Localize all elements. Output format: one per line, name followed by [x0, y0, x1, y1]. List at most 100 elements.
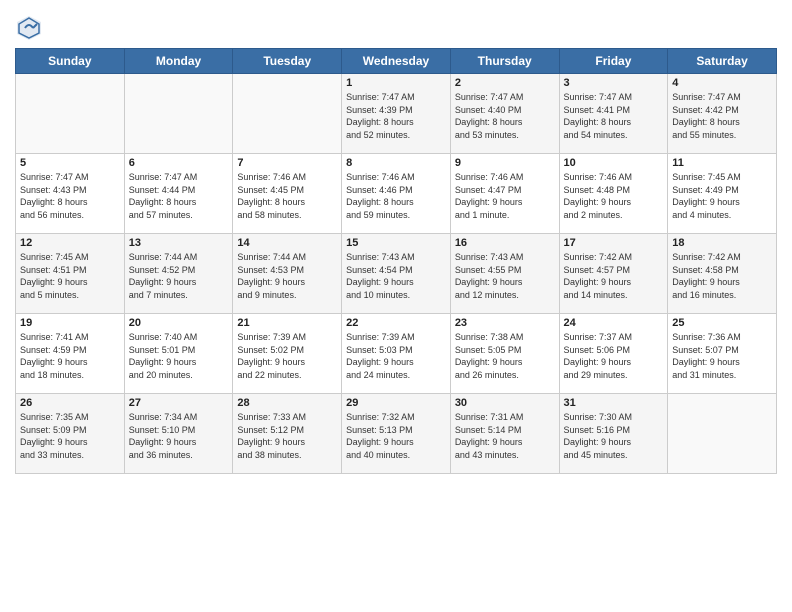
calendar-cell: 4 Sunrise: 7:47 AM Sunset: 4:42 PM Daylig…: [668, 74, 777, 154]
day-number: 3: [564, 77, 664, 89]
weekday-header-wednesday: Wednesday: [342, 49, 451, 74]
day-number: 28: [237, 397, 337, 409]
day-info: Sunrise: 7:41 AM Sunset: 4:59 PM Dayligh…: [20, 331, 120, 381]
weekday-header-monday: Monday: [124, 49, 233, 74]
calendar-cell: 13 Sunrise: 7:44 AM Sunset: 4:52 PM Dayli…: [124, 234, 233, 314]
day-number: 7: [237, 157, 337, 169]
day-info: Sunrise: 7:43 AM Sunset: 4:54 PM Dayligh…: [346, 251, 446, 301]
day-number: 2: [455, 77, 555, 89]
day-info: Sunrise: 7:44 AM Sunset: 4:53 PM Dayligh…: [237, 251, 337, 301]
calendar-cell: 31 Sunrise: 7:30 AM Sunset: 5:16 PM Dayli…: [559, 394, 668, 474]
calendar-cell: 27 Sunrise: 7:34 AM Sunset: 5:10 PM Dayli…: [124, 394, 233, 474]
calendar-cell: 21 Sunrise: 7:39 AM Sunset: 5:02 PM Dayli…: [233, 314, 342, 394]
calendar-cell: 2 Sunrise: 7:47 AM Sunset: 4:40 PM Daylig…: [450, 74, 559, 154]
day-info: Sunrise: 7:46 AM Sunset: 4:46 PM Dayligh…: [346, 171, 446, 221]
day-info: Sunrise: 7:34 AM Sunset: 5:10 PM Dayligh…: [129, 411, 229, 461]
calendar-cell: 28 Sunrise: 7:33 AM Sunset: 5:12 PM Dayli…: [233, 394, 342, 474]
calendar-cell: 20 Sunrise: 7:40 AM Sunset: 5:01 PM Dayli…: [124, 314, 233, 394]
calendar-cell: 29Sunrise: 7:32 AM Sunset: 5:13 PM Dayli…: [342, 394, 451, 474]
day-info: Sunrise: 7:39 AM Sunset: 5:03 PM Dayligh…: [346, 331, 446, 381]
calendar-cell: [668, 394, 777, 474]
day-number: 1: [346, 77, 446, 89]
day-info: Sunrise: 7:46 AM Sunset: 4:47 PM Dayligh…: [455, 171, 555, 221]
day-number: 17: [564, 237, 664, 249]
day-info: Sunrise: 7:44 AM Sunset: 4:52 PM Dayligh…: [129, 251, 229, 301]
calendar-cell: 7 Sunrise: 7:46 AM Sunset: 4:45 PM Daylig…: [233, 154, 342, 234]
day-number: 29: [346, 397, 446, 409]
logo-icon: [15, 14, 43, 42]
day-number: 27: [129, 397, 229, 409]
day-number: 20: [129, 317, 229, 329]
day-number: 6: [129, 157, 229, 169]
weekday-header-tuesday: Tuesday: [233, 49, 342, 74]
calendar-cell: 14 Sunrise: 7:44 AM Sunset: 4:53 PM Dayli…: [233, 234, 342, 314]
calendar-cell: 10 Sunrise: 7:46 AM Sunset: 4:48 PM Dayli…: [559, 154, 668, 234]
day-info: Sunrise: 7:36 AM Sunset: 5:07 PM Dayligh…: [672, 331, 772, 381]
day-info: Sunrise: 7:47 AM Sunset: 4:44 PM Dayligh…: [129, 171, 229, 221]
day-info: Sunrise: 7:37 AM Sunset: 5:06 PM Dayligh…: [564, 331, 664, 381]
day-info: Sunrise: 7:31 AM Sunset: 5:14 PM Dayligh…: [455, 411, 555, 461]
calendar-cell: 24Sunrise: 7:37 AM Sunset: 5:06 PM Dayli…: [559, 314, 668, 394]
day-info: Sunrise: 7:47 AM Sunset: 4:40 PM Dayligh…: [455, 91, 555, 141]
day-info: Sunrise: 7:30 AM Sunset: 5:16 PM Dayligh…: [564, 411, 664, 461]
calendar-cell: [233, 74, 342, 154]
calendar-cell: 19 Sunrise: 7:41 AM Sunset: 4:59 PM Dayli…: [16, 314, 125, 394]
calendar-cell: 18Sunrise: 7:42 AM Sunset: 4:58 PM Dayli…: [668, 234, 777, 314]
day-number: 26: [20, 397, 120, 409]
day-info: Sunrise: 7:46 AM Sunset: 4:45 PM Dayligh…: [237, 171, 337, 221]
day-info: Sunrise: 7:45 AM Sunset: 4:51 PM Dayligh…: [20, 251, 120, 301]
week-row-4: 19 Sunrise: 7:41 AM Sunset: 4:59 PM Dayli…: [16, 314, 777, 394]
calendar-cell: 22 Sunrise: 7:39 AM Sunset: 5:03 PM Dayli…: [342, 314, 451, 394]
day-number: 10: [564, 157, 664, 169]
day-info: Sunrise: 7:40 AM Sunset: 5:01 PM Dayligh…: [129, 331, 229, 381]
day-number: 21: [237, 317, 337, 329]
calendar-cell: 15 Sunrise: 7:43 AM Sunset: 4:54 PM Dayli…: [342, 234, 451, 314]
weekday-header-saturday: Saturday: [668, 49, 777, 74]
calendar-body: 1 Sunrise: 7:47 AM Sunset: 4:39 PM Daylig…: [16, 74, 777, 474]
day-number: 30: [455, 397, 555, 409]
day-info: Sunrise: 7:47 AM Sunset: 4:42 PM Dayligh…: [672, 91, 772, 141]
calendar-cell: 5 Sunrise: 7:47 AM Sunset: 4:43 PM Daylig…: [16, 154, 125, 234]
day-number: 16: [455, 237, 555, 249]
day-number: 22: [346, 317, 446, 329]
calendar-cell: 6 Sunrise: 7:47 AM Sunset: 4:44 PM Daylig…: [124, 154, 233, 234]
day-number: 15: [346, 237, 446, 249]
calendar-cell: 26Sunrise: 7:35 AM Sunset: 5:09 PM Dayli…: [16, 394, 125, 474]
weekday-header-thursday: Thursday: [450, 49, 559, 74]
calendar-cell: 23 Sunrise: 7:38 AM Sunset: 5:05 PM Dayli…: [450, 314, 559, 394]
logo: [15, 14, 47, 42]
day-number: 4: [672, 77, 772, 89]
day-number: 13: [129, 237, 229, 249]
day-info: Sunrise: 7:47 AM Sunset: 4:43 PM Dayligh…: [20, 171, 120, 221]
calendar-cell: 3 Sunrise: 7:47 AM Sunset: 4:41 PM Daylig…: [559, 74, 668, 154]
day-info: Sunrise: 7:46 AM Sunset: 4:48 PM Dayligh…: [564, 171, 664, 221]
day-number: 31: [564, 397, 664, 409]
day-info: Sunrise: 7:47 AM Sunset: 4:41 PM Dayligh…: [564, 91, 664, 141]
calendar-container: SundayMondayTuesdayWednesdayThursdayFrid…: [0, 0, 792, 612]
calendar-cell: 8Sunrise: 7:46 AM Sunset: 4:46 PM Daylig…: [342, 154, 451, 234]
calendar-cell: [16, 74, 125, 154]
weekday-header-sunday: Sunday: [16, 49, 125, 74]
week-row-1: 1 Sunrise: 7:47 AM Sunset: 4:39 PM Daylig…: [16, 74, 777, 154]
day-number: 19: [20, 317, 120, 329]
day-number: 23: [455, 317, 555, 329]
day-number: 5: [20, 157, 120, 169]
day-info: Sunrise: 7:39 AM Sunset: 5:02 PM Dayligh…: [237, 331, 337, 381]
calendar-cell: 9Sunrise: 7:46 AM Sunset: 4:47 PM Daylig…: [450, 154, 559, 234]
calendar-cell: 16 Sunrise: 7:43 AM Sunset: 4:55 PM Dayli…: [450, 234, 559, 314]
calendar-table: SundayMondayTuesdayWednesdayThursdayFrid…: [15, 48, 777, 474]
day-info: Sunrise: 7:47 AM Sunset: 4:39 PM Dayligh…: [346, 91, 446, 141]
day-info: Sunrise: 7:45 AM Sunset: 4:49 PM Dayligh…: [672, 171, 772, 221]
weekday-header-row: SundayMondayTuesdayWednesdayThursdayFrid…: [16, 49, 777, 74]
day-info: Sunrise: 7:43 AM Sunset: 4:55 PM Dayligh…: [455, 251, 555, 301]
day-number: 12: [20, 237, 120, 249]
day-info: Sunrise: 7:33 AM Sunset: 5:12 PM Dayligh…: [237, 411, 337, 461]
day-number: 14: [237, 237, 337, 249]
day-number: 25: [672, 317, 772, 329]
calendar-cell: 1 Sunrise: 7:47 AM Sunset: 4:39 PM Daylig…: [342, 74, 451, 154]
day-info: Sunrise: 7:38 AM Sunset: 5:05 PM Dayligh…: [455, 331, 555, 381]
week-row-2: 5 Sunrise: 7:47 AM Sunset: 4:43 PM Daylig…: [16, 154, 777, 234]
calendar-cell: 25 Sunrise: 7:36 AM Sunset: 5:07 PM Dayli…: [668, 314, 777, 394]
calendar-cell: 30 Sunrise: 7:31 AM Sunset: 5:14 PM Dayli…: [450, 394, 559, 474]
week-row-3: 12 Sunrise: 7:45 AM Sunset: 4:51 PM Dayli…: [16, 234, 777, 314]
